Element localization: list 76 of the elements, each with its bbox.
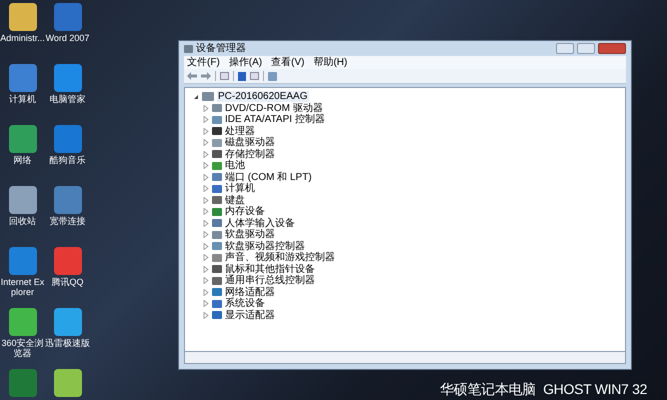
tree-item[interactable]: 声音、视频和游戏控制器 <box>225 252 335 264</box>
menu-item[interactable]: 查看(V) <box>271 56 304 68</box>
collapsed-arrow-icon[interactable] <box>203 242 209 250</box>
desktop-icon-label: 网络 <box>12 155 32 165</box>
tree-item[interactable]: 内存设备 <box>225 206 265 218</box>
window-icon <box>184 44 193 52</box>
collapsed-arrow-icon[interactable] <box>203 288 209 296</box>
tree-item[interactable]: 通用串行总线控制器 <box>225 275 315 286</box>
collapsed-arrow-icon[interactable] <box>203 174 209 181</box>
collapsed-arrow-icon[interactable] <box>203 162 209 170</box>
desktop-icon-label: 360安全浏览器 <box>0 338 45 358</box>
expanded-arrow-icon[interactable] <box>193 94 199 100</box>
app-icon[interactable] <box>8 186 36 214</box>
window-title: 设备管理器 <box>196 42 246 54</box>
app-icon[interactable] <box>54 64 82 92</box>
desktop-icon-label: 宽带连接 <box>48 216 86 226</box>
collapsed-arrow-icon[interactable] <box>203 208 209 216</box>
collapsed-arrow-icon[interactable] <box>203 220 209 227</box>
app-icon[interactable] <box>8 125 36 153</box>
tree-item[interactable]: 网络适配器 <box>225 286 275 298</box>
tree-item[interactable]: 键盘 <box>225 194 245 206</box>
back-arrow-icon[interactable] <box>187 72 197 80</box>
collapsed-arrow-icon[interactable] <box>203 104 209 112</box>
desktop-icon-label: 腾讯QQ <box>50 277 84 287</box>
tree-item[interactable]: 系统设备 <box>225 298 265 310</box>
minimize-button[interactable] <box>556 43 574 54</box>
computer-icon <box>202 92 214 102</box>
app-icon[interactable] <box>8 308 36 336</box>
collapsed-arrow-icon[interactable] <box>203 300 209 308</box>
collapsed-arrow-icon[interactable] <box>203 139 209 146</box>
menu-item[interactable]: 操作(A) <box>228 56 262 68</box>
collapsed-arrow-icon[interactable] <box>203 266 209 273</box>
app-icon[interactable] <box>54 186 82 214</box>
collapsed-arrow-icon[interactable] <box>203 231 209 238</box>
desktop-icon-label: Word 2007 <box>45 33 90 43</box>
tree-item[interactable]: 计算机 <box>225 183 255 194</box>
tree-item[interactable]: 显示适配器 <box>225 310 275 321</box>
tree-item[interactable]: 人体学输入设备 <box>225 218 295 229</box>
collapsed-arrow-icon[interactable] <box>203 196 209 204</box>
desktop-icon-label: 回收站 <box>8 216 37 226</box>
tree-item[interactable]: 存储控制器 <box>225 148 275 160</box>
tree-item[interactable]: IDE ATA/ATAPI 控制器 <box>225 114 325 126</box>
collapsed-arrow-icon[interactable] <box>203 116 209 124</box>
app-icon[interactable] <box>54 308 82 336</box>
app-icon[interactable] <box>8 3 36 31</box>
forward-arrow-icon[interactable] <box>201 72 211 80</box>
tree-item[interactable]: PC-20160620EAAG <box>217 91 309 102</box>
collapsed-arrow-icon[interactable] <box>203 254 209 262</box>
desktop-icon-label: 迅雷极速版 <box>45 338 90 348</box>
desktop-icon-label: Internet Explorer <box>0 277 45 297</box>
collapsed-arrow-icon[interactable] <box>203 150 209 158</box>
maximize-button[interactable] <box>577 43 595 54</box>
desktop-icon-label: Administr... <box>0 33 45 43</box>
collapsed-arrow-icon[interactable] <box>203 128 209 135</box>
tree-item[interactable]: 磁盘驱动器 <box>225 137 275 148</box>
collapsed-arrow-icon[interactable] <box>203 277 209 284</box>
desktop-icon-label: 电脑管家 <box>48 94 86 104</box>
tree-item[interactable]: 电池 <box>225 160 245 172</box>
desktop-icon-label: 计算机 <box>8 94 37 104</box>
close-button[interactable] <box>598 43 626 54</box>
tree-item[interactable]: 鼠标和其他指针设备 <box>225 264 315 275</box>
tree-item[interactable]: 端口 (COM 和 LPT) <box>225 172 312 183</box>
menu-item[interactable]: 帮助(H) <box>313 56 348 68</box>
tree-item[interactable]: 软盘驱动器控制器 <box>225 240 305 252</box>
menu-item[interactable]: 文件(F) <box>187 56 220 68</box>
panel-icon[interactable] <box>220 72 229 80</box>
tree-item[interactable]: DVD/CD-ROM 驱动器 <box>225 102 323 114</box>
collapsed-arrow-icon[interactable] <box>203 185 209 192</box>
app-icon[interactable] <box>8 64 36 92</box>
desktop-icon-label: 酷狗音乐 <box>48 155 86 165</box>
caption: 华硕笔记本电脑 GHOST WIN7 32 <box>440 381 648 398</box>
tree-item[interactable]: 软盘驱动器 <box>225 229 275 240</box>
tree-item[interactable]: 处理器 <box>225 126 255 137</box>
app-icon[interactable] <box>8 247 36 275</box>
collapsed-arrow-icon[interactable] <box>203 312 209 319</box>
app-icon[interactable] <box>54 369 82 397</box>
